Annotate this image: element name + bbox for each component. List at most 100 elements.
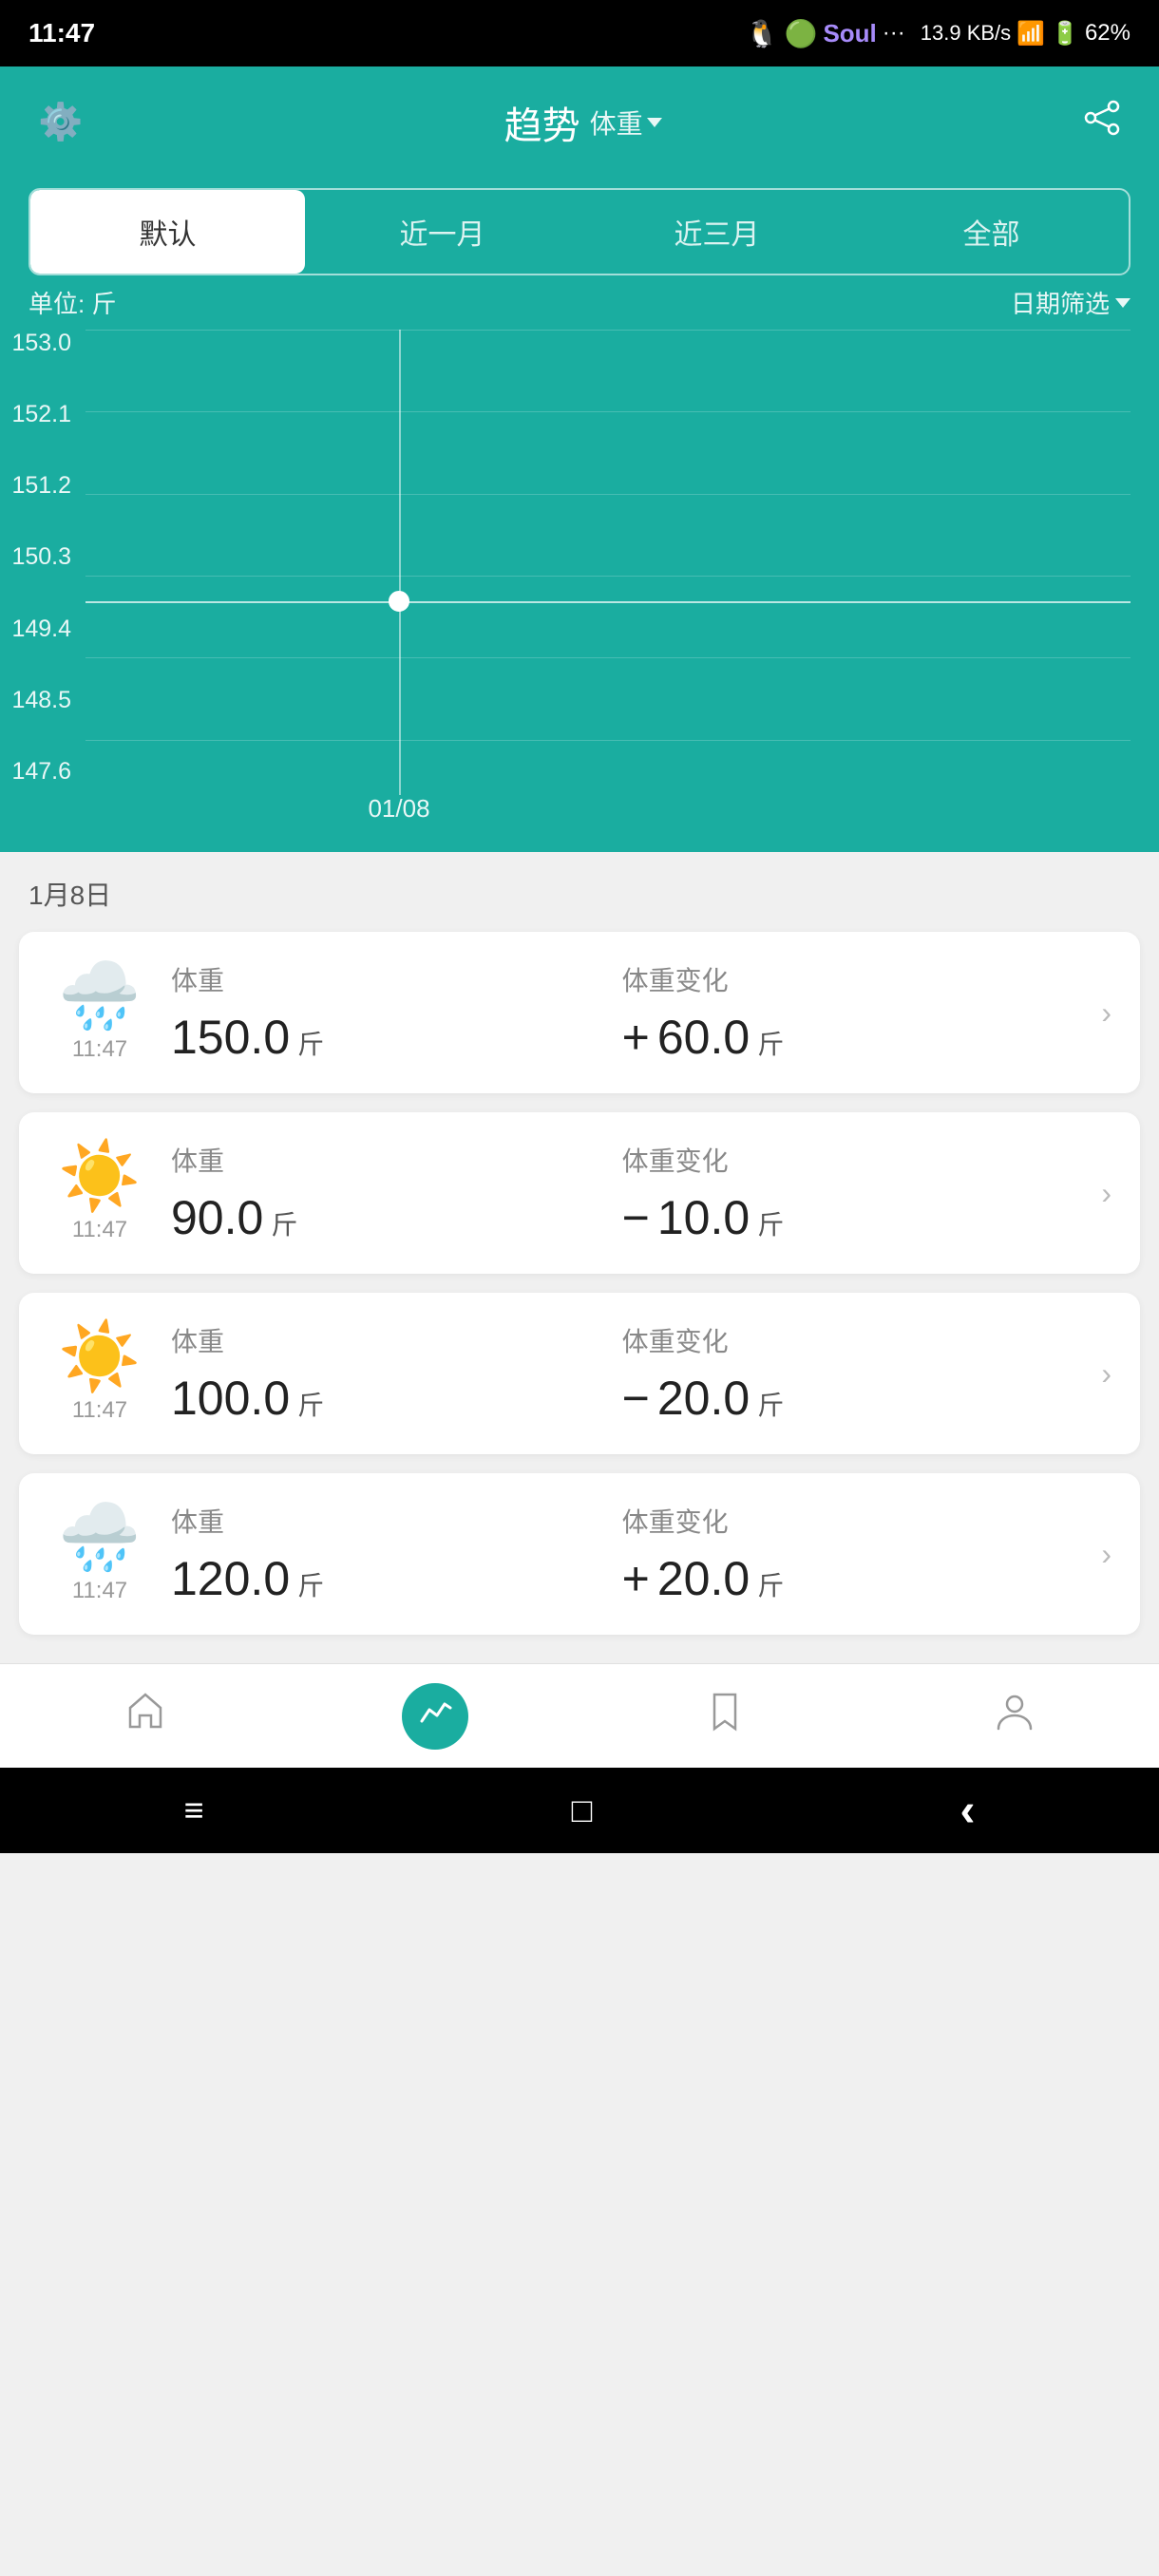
record-data-2: 体重 100.0 斤 体重变化 − 20.0 斤 <box>171 1321 1073 1426</box>
chart-inner[interactable]: 01/08 <box>86 330 1130 824</box>
weather-wrap-0: 🌧️ 11:47 <box>48 962 152 1063</box>
change-label-1: 体重变化 <box>622 1141 1074 1179</box>
record-data-3: 体重 120.0 斤 体重变化 + 20.0 斤 <box>171 1502 1073 1606</box>
change-col-0: 体重变化 + 60.0 斤 <box>622 960 1074 1065</box>
grid-line-3 <box>86 576 1130 577</box>
date-label: 1月8日 <box>28 881 111 910</box>
app-icon-soul: Soul <box>823 19 876 48</box>
tab-one-month[interactable]: 近一月 <box>305 190 580 274</box>
data-point <box>389 591 409 612</box>
weight-col-2: 体重 100.0 斤 <box>171 1321 622 1426</box>
record-time-0: 11:47 <box>72 1036 127 1063</box>
grid-line-1 <box>86 411 1130 412</box>
data-horizontal-line <box>86 601 1130 603</box>
grid-line-4 <box>86 657 1130 658</box>
nav-trend[interactable] <box>290 1664 580 1768</box>
filter-chevron-icon <box>1115 298 1130 308</box>
grid-line-2 <box>86 494 1130 495</box>
nav-profile[interactable] <box>869 1664 1159 1768</box>
nav-home[interactable] <box>0 1664 290 1768</box>
header-section: ⚙️ 趋势 体重 默认 近一月 近三 <box>0 66 1159 852</box>
trend-icon <box>418 1695 452 1737</box>
record-arrow-3: › <box>1101 1537 1112 1572</box>
tab-all[interactable]: 全部 <box>854 190 1129 274</box>
header-subtitle[interactable]: 体重 <box>590 104 662 142</box>
app-container: ⚙️ 趋势 体重 默认 近一月 近三 <box>0 66 1159 1768</box>
network-speed: 13.9 KB/s <box>921 21 1011 46</box>
weight-label-3: 体重 <box>171 1502 622 1540</box>
record-data-1: 体重 90.0 斤 体重变化 − 10.0 斤 <box>171 1141 1073 1245</box>
nav-bookmark[interactable] <box>580 1664 869 1768</box>
y-label-5: 148.5 <box>10 687 81 714</box>
battery-icon: 🔋 <box>1051 20 1079 47</box>
android-home-button[interactable]: □ <box>572 1790 593 1830</box>
y-label-6: 147.6 <box>10 758 81 786</box>
android-menu-button[interactable]: ≡ <box>184 1790 204 1830</box>
y-label-2: 151.2 <box>10 472 81 500</box>
weather-icon-3: 🌧️ <box>58 1504 141 1570</box>
title-text: 趋势 <box>504 95 580 150</box>
app-icon-qq: 🐧 <box>746 18 779 49</box>
change-label-0: 体重变化 <box>622 960 1074 998</box>
change-value-3: + 20.0 斤 <box>622 1551 1074 1606</box>
tab-default[interactable]: 默认 <box>30 190 305 274</box>
home-icon <box>124 1689 167 1743</box>
weight-value-0: 150.0 斤 <box>171 1010 622 1065</box>
status-time: 11:47 <box>28 18 95 48</box>
record-card-3[interactable]: 🌧️ 11:47 体重 120.0 斤 体重变化 + 20.0 斤 <box>19 1473 1140 1635</box>
header-bar: ⚙️ 趋势 体重 <box>0 66 1159 169</box>
bookmark-icon <box>703 1689 747 1743</box>
records-container: 🌧️ 11:47 体重 150.0 斤 体重变化 + 60.0 斤 <box>0 922 1159 1663</box>
header-title: 趋势 体重 <box>504 95 662 150</box>
date-filter-button[interactable]: 日期筛选 <box>1011 285 1130 320</box>
weather-icon-0: 🌧️ <box>58 962 141 1029</box>
record-card-1[interactable]: ☀️ 11:47 体重 90.0 斤 体重变化 − 10.0 斤 <box>19 1112 1140 1274</box>
weight-value-1: 90.0 斤 <box>171 1190 622 1245</box>
weather-icon-2: ☀️ <box>58 1323 141 1390</box>
change-col-2: 体重变化 − 20.0 斤 <box>622 1321 1074 1426</box>
record-card-2[interactable]: ☀️ 11:47 体重 100.0 斤 体重变化 − 20.0 斤 <box>19 1293 1140 1454</box>
status-bar: 11:47 🐧 🟢 Soul ··· 13.9 KB/s 📶 🔋 62% <box>0 0 1159 66</box>
change-label-2: 体重变化 <box>622 1321 1074 1359</box>
weight-col-1: 体重 90.0 斤 <box>171 1141 622 1245</box>
weather-icon-1: ☀️ <box>58 1143 141 1209</box>
record-arrow-1: › <box>1101 1176 1112 1211</box>
status-icons: 🐧 🟢 Soul ··· 13.9 KB/s 📶 🔋 62% <box>746 18 1130 49</box>
record-time-3: 11:47 <box>72 1578 127 1604</box>
change-value-1: − 10.0 斤 <box>622 1190 1074 1245</box>
y-label-0: 153.0 <box>10 330 81 357</box>
date-section: 1月8日 <box>0 852 1159 922</box>
trend-circle <box>402 1683 468 1750</box>
weight-value-3: 120.0 斤 <box>171 1551 622 1606</box>
grid-line-0 <box>86 330 1130 331</box>
y-label-4: 149.4 <box>10 616 81 643</box>
android-back-button[interactable]: ‹ <box>960 1785 975 1837</box>
tab-three-months[interactable]: 近三月 <box>580 190 854 274</box>
settings-icon[interactable]: ⚙️ <box>38 102 83 143</box>
weight-col-0: 体重 150.0 斤 <box>171 960 622 1065</box>
weight-col-3: 体重 120.0 斤 <box>171 1502 622 1606</box>
chevron-down-icon <box>647 118 662 127</box>
record-arrow-0: › <box>1101 995 1112 1031</box>
weight-label-0: 体重 <box>171 960 622 998</box>
record-card-0[interactable]: 🌧️ 11:47 体重 150.0 斤 体重变化 + 60.0 斤 <box>19 932 1140 1093</box>
weather-wrap-2: ☀️ 11:47 <box>48 1323 152 1424</box>
cursor-vertical-line <box>399 330 401 795</box>
record-time-2: 11:47 <box>72 1397 127 1424</box>
weight-label-1: 体重 <box>171 1141 622 1179</box>
record-time-1: 11:47 <box>72 1217 127 1243</box>
y-label-3: 150.3 <box>10 543 81 571</box>
record-arrow-2: › <box>1101 1356 1112 1392</box>
weather-wrap-1: ☀️ 11:47 <box>48 1143 152 1243</box>
weight-label-2: 体重 <box>171 1321 622 1359</box>
y-axis-labels: 153.0 152.1 151.2 150.3 149.4 148.5 147.… <box>0 330 81 824</box>
signal-icons: 📶 <box>1016 20 1045 47</box>
chart-header: 单位: 斤 日期筛选 <box>0 275 1159 320</box>
change-label-3: 体重变化 <box>622 1502 1074 1540</box>
unit-label: 单位: 斤 <box>28 285 116 320</box>
more-dots: ··· <box>883 20 905 47</box>
x-axis-label: 01/08 <box>368 794 429 824</box>
share-icon[interactable] <box>1083 99 1121 146</box>
battery-percent: 62% <box>1085 20 1130 47</box>
weight-value-2: 100.0 斤 <box>171 1371 622 1426</box>
